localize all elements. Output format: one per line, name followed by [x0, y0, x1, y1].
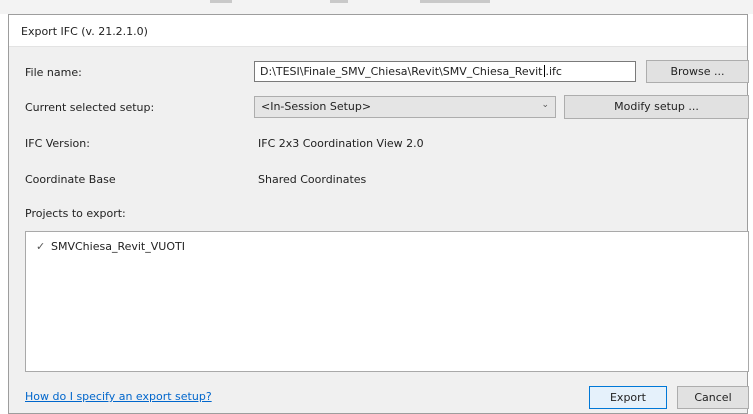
- background-edge-mark: [330, 0, 348, 3]
- export-button[interactable]: Export: [589, 386, 667, 409]
- coordinate-base-label: Coordinate Base: [25, 173, 116, 186]
- dialog-titlebar: Export IFC (v. 21.2.1.0): [9, 15, 747, 47]
- setup-label: Current selected setup:: [25, 101, 155, 114]
- background-edge-mark: [420, 0, 490, 3]
- projects-list: ✓ SMVChiesa_Revit_VUOTI: [25, 231, 749, 372]
- file-name-input[interactable]: D:\TESI\Finale_SMV_Chiesa\Revit\SMV_Chie…: [254, 61, 636, 82]
- cancel-button[interactable]: Cancel: [677, 386, 749, 409]
- ifc-version-value: IFC 2x3 Coordination View 2.0: [258, 137, 424, 150]
- projects-label: Projects to export:: [25, 207, 126, 220]
- dialog-title: Export IFC (v. 21.2.1.0): [21, 25, 148, 38]
- chevron-down-icon: ⌄: [541, 100, 549, 110]
- file-name-extension: .ifc: [545, 65, 562, 78]
- setup-dropdown[interactable]: <In-Session Setup> ⌄: [254, 96, 556, 118]
- export-ifc-dialog: Export IFC (v. 21.2.1.0) File name: D:\T…: [8, 14, 749, 414]
- checkmark-icon[interactable]: ✓: [36, 240, 48, 253]
- background-edge-mark: [210, 0, 232, 3]
- help-link[interactable]: How do I specify an export setup?: [25, 390, 212, 403]
- text-caret: [543, 65, 545, 77]
- coordinate-base-value: Shared Coordinates: [258, 173, 367, 186]
- project-name: SMVChiesa_Revit_VUOTI: [51, 240, 185, 253]
- modify-setup-button[interactable]: Modify setup ...: [564, 95, 749, 119]
- setup-dropdown-value: <In-Session Setup>: [261, 100, 372, 113]
- project-list-item[interactable]: ✓ SMVChiesa_Revit_VUOTI: [36, 240, 185, 253]
- browse-button[interactable]: Browse ...: [646, 60, 749, 83]
- ifc-version-label: IFC Version:: [25, 137, 90, 150]
- file-name-text: D:\TESI\Finale_SMV_Chiesa\Revit\SMV_Chie…: [260, 65, 543, 78]
- background-window-edge: [0, 0, 753, 14]
- file-name-label: File name:: [25, 66, 82, 79]
